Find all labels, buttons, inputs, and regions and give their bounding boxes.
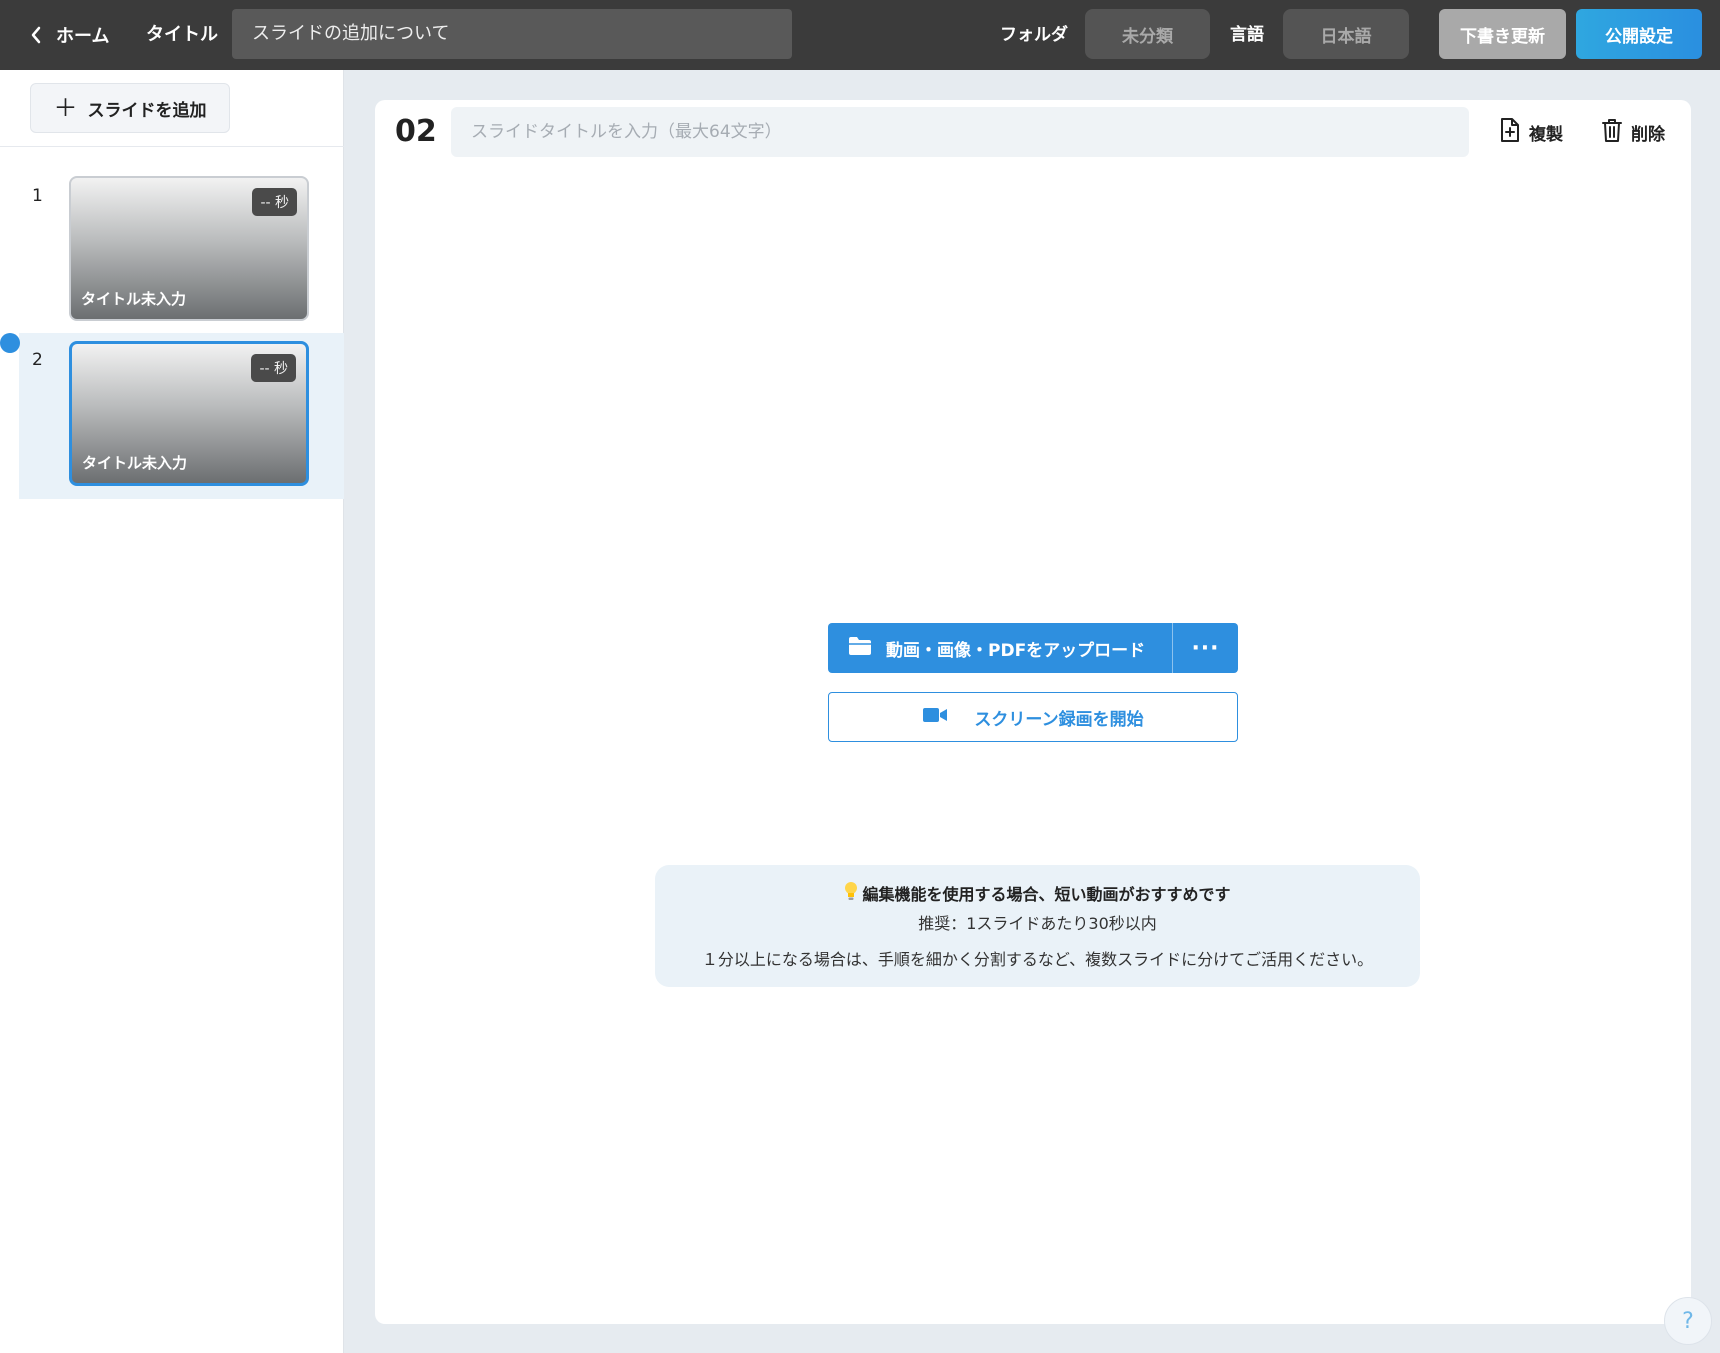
screen-record-button[interactable]: スクリーン録画を開始 — [828, 692, 1238, 742]
tip-heading: 編集機能を使用する場合、短い動画がおすすめです — [862, 885, 1231, 904]
slide-thumbnail[interactable]: -- 秒 タイトル未入力 — [69, 176, 309, 321]
duplicate-button[interactable]: 複製 — [1499, 117, 1563, 148]
help-button[interactable]: ? — [1664, 1297, 1712, 1345]
folder-select[interactable]: 未分類 — [1085, 9, 1210, 59]
upload-button-group: 動画・画像・PDFをアップロード ··· — [828, 623, 1238, 673]
title-label: タイトル — [146, 24, 218, 45]
video-camera-icon — [922, 707, 948, 728]
home-link[interactable]: ホーム — [30, 18, 109, 52]
home-label: ホーム — [56, 26, 110, 47]
slide-thumbnail-title: タイトル未入力 — [81, 290, 187, 308]
slide-thumbnail-title: タイトル未入力 — [82, 454, 188, 472]
upload-button[interactable]: 動画・画像・PDFをアップロード — [828, 623, 1172, 673]
lightbulb-icon — [844, 881, 858, 905]
active-slide-indicator — [0, 333, 20, 353]
duration-badge: -- 秒 — [252, 188, 297, 216]
publish-settings-button[interactable]: 公開設定 — [1576, 9, 1702, 59]
title-input[interactable]: スライドの追加について — [232, 9, 792, 59]
add-slide-button[interactable]: ＋ スライドを追加 — [30, 83, 230, 133]
duplicate-icon — [1499, 117, 1521, 148]
tip-recommendation: 推奨：1スライドあたり30秒以内 — [918, 914, 1157, 933]
slide-editor-panel: 02 スライドタイトルを入力（最大64文字） 複製 削除 動画・画像・PDFをア… — [375, 100, 1691, 1324]
update-draft-button[interactable]: 下書き更新 — [1439, 9, 1566, 59]
language-select[interactable]: 日本語 — [1283, 9, 1409, 59]
tip-body: １分以上になる場合は、手順を細かく分割するなど、複数スライドに分けてご活用くださ… — [701, 950, 1374, 969]
chevron-left-icon — [30, 26, 42, 44]
more-options-button[interactable]: ··· — [1173, 623, 1238, 673]
duration-badge: -- 秒 — [251, 354, 296, 382]
trash-icon — [1601, 117, 1623, 148]
upload-label: 動画・画像・PDFをアップロード — [886, 640, 1146, 661]
screen-record-label: スクリーン録画を開始 — [974, 709, 1144, 730]
tip-heading-row: 編集機能を使用する場合、短い動画がおすすめです — [655, 881, 1420, 905]
slide-sidebar: ＋ スライドを追加 1 -- 秒 タイトル未入力 2 -- 秒 タイトル未入力 — [0, 70, 344, 1353]
slide-list-item-active[interactable]: 2 -- 秒 タイトル未入力 — [19, 333, 344, 499]
folder-label: フォルダ — [1000, 25, 1068, 45]
duplicate-label: 複製 — [1529, 124, 1563, 145]
folder-icon — [848, 636, 872, 661]
top-bar: ホーム タイトル スライドの追加について フォルダ 未分類 言語 日本語 下書き… — [0, 0, 1720, 70]
slide-index: 02 — [395, 114, 437, 149]
add-slide-label: スライドを追加 — [87, 100, 207, 121]
language-label: 言語 — [1230, 25, 1264, 45]
delete-label: 削除 — [1631, 124, 1665, 145]
sidebar-divider — [0, 146, 344, 147]
tip-box: 編集機能を使用する場合、短い動画がおすすめです 推奨：1スライドあたり30秒以内… — [655, 865, 1420, 987]
plus-icon: ＋ — [53, 94, 78, 122]
slide-thumbnail[interactable]: -- 秒 タイトル未入力 — [69, 341, 309, 486]
slide-number: 1 — [32, 186, 43, 206]
slide-number: 2 — [32, 350, 43, 370]
slide-title-input[interactable]: スライドタイトルを入力（最大64文字） — [451, 107, 1469, 157]
slide-list-item[interactable]: 1 -- 秒 タイトル未入力 — [19, 176, 344, 342]
delete-button[interactable]: 削除 — [1601, 118, 1665, 146]
